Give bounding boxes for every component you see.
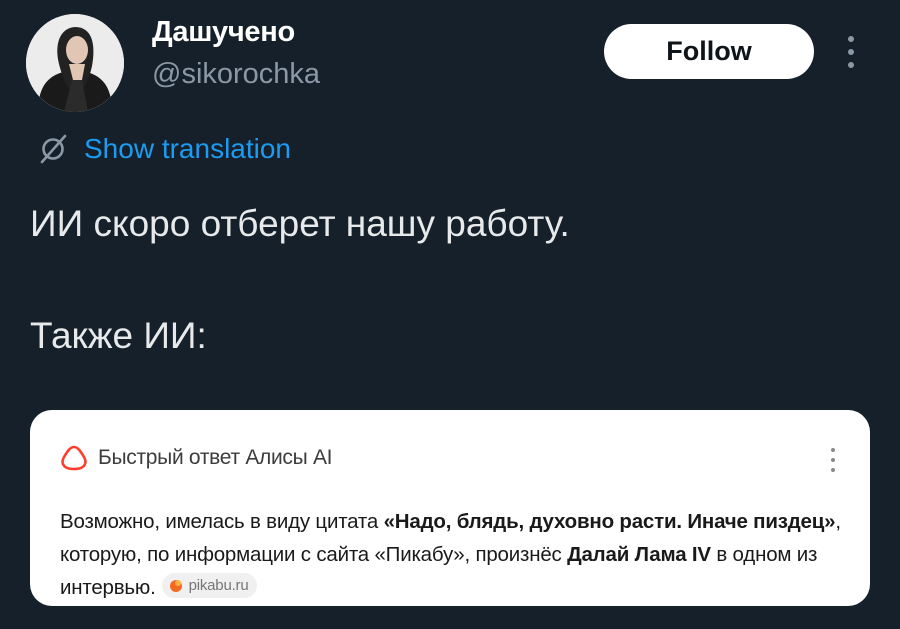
card-more-icon[interactable] xyxy=(826,446,840,474)
card-more-dot xyxy=(831,458,835,462)
more-dot xyxy=(848,49,854,55)
answer-person: Далай Лама IV xyxy=(567,543,711,566)
card-more-dot xyxy=(831,468,835,472)
more-dot xyxy=(848,62,854,68)
source-chip[interactable]: pikabu.ru xyxy=(161,572,257,598)
alice-answer-text: Возможно, имелась в виду цитата «Надо, б… xyxy=(60,505,850,604)
tweet-text-line: ИИ скоро отберет нашу работу. xyxy=(30,203,570,244)
alice-answer-title: Быстрый ответ Алисы AI xyxy=(98,446,333,469)
pikabu-icon xyxy=(169,580,182,592)
avatar-photo xyxy=(26,14,124,112)
follow-button[interactable]: Follow xyxy=(604,24,814,79)
answer-text: Возможно, имелась в виду цитата xyxy=(60,510,384,533)
source-label: pikabu.ru xyxy=(188,576,249,594)
show-translation-label: Show translation xyxy=(84,133,292,164)
translate-icon xyxy=(40,134,67,164)
author-handle[interactable]: @sikorochka xyxy=(152,58,320,91)
more-dot xyxy=(848,36,854,42)
show-translation-link[interactable]: Show translation xyxy=(34,130,291,168)
answer-quote: «Надо, блядь, духовно расти. Иначе пизде… xyxy=(383,510,836,533)
card-more-dot xyxy=(831,448,835,452)
more-options-icon[interactable] xyxy=(838,30,864,74)
alice-answer-header: Быстрый ответ Алисы AI xyxy=(60,444,332,472)
avatar[interactable] xyxy=(26,14,124,112)
author-display-name[interactable]: Дашучено xyxy=(152,16,295,49)
alice-icon xyxy=(61,445,87,471)
tweet-text-line: Также ИИ: xyxy=(30,315,207,356)
attached-image-card[interactable]: Быстрый ответ Алисы AI Возможно, имелась… xyxy=(30,410,870,606)
